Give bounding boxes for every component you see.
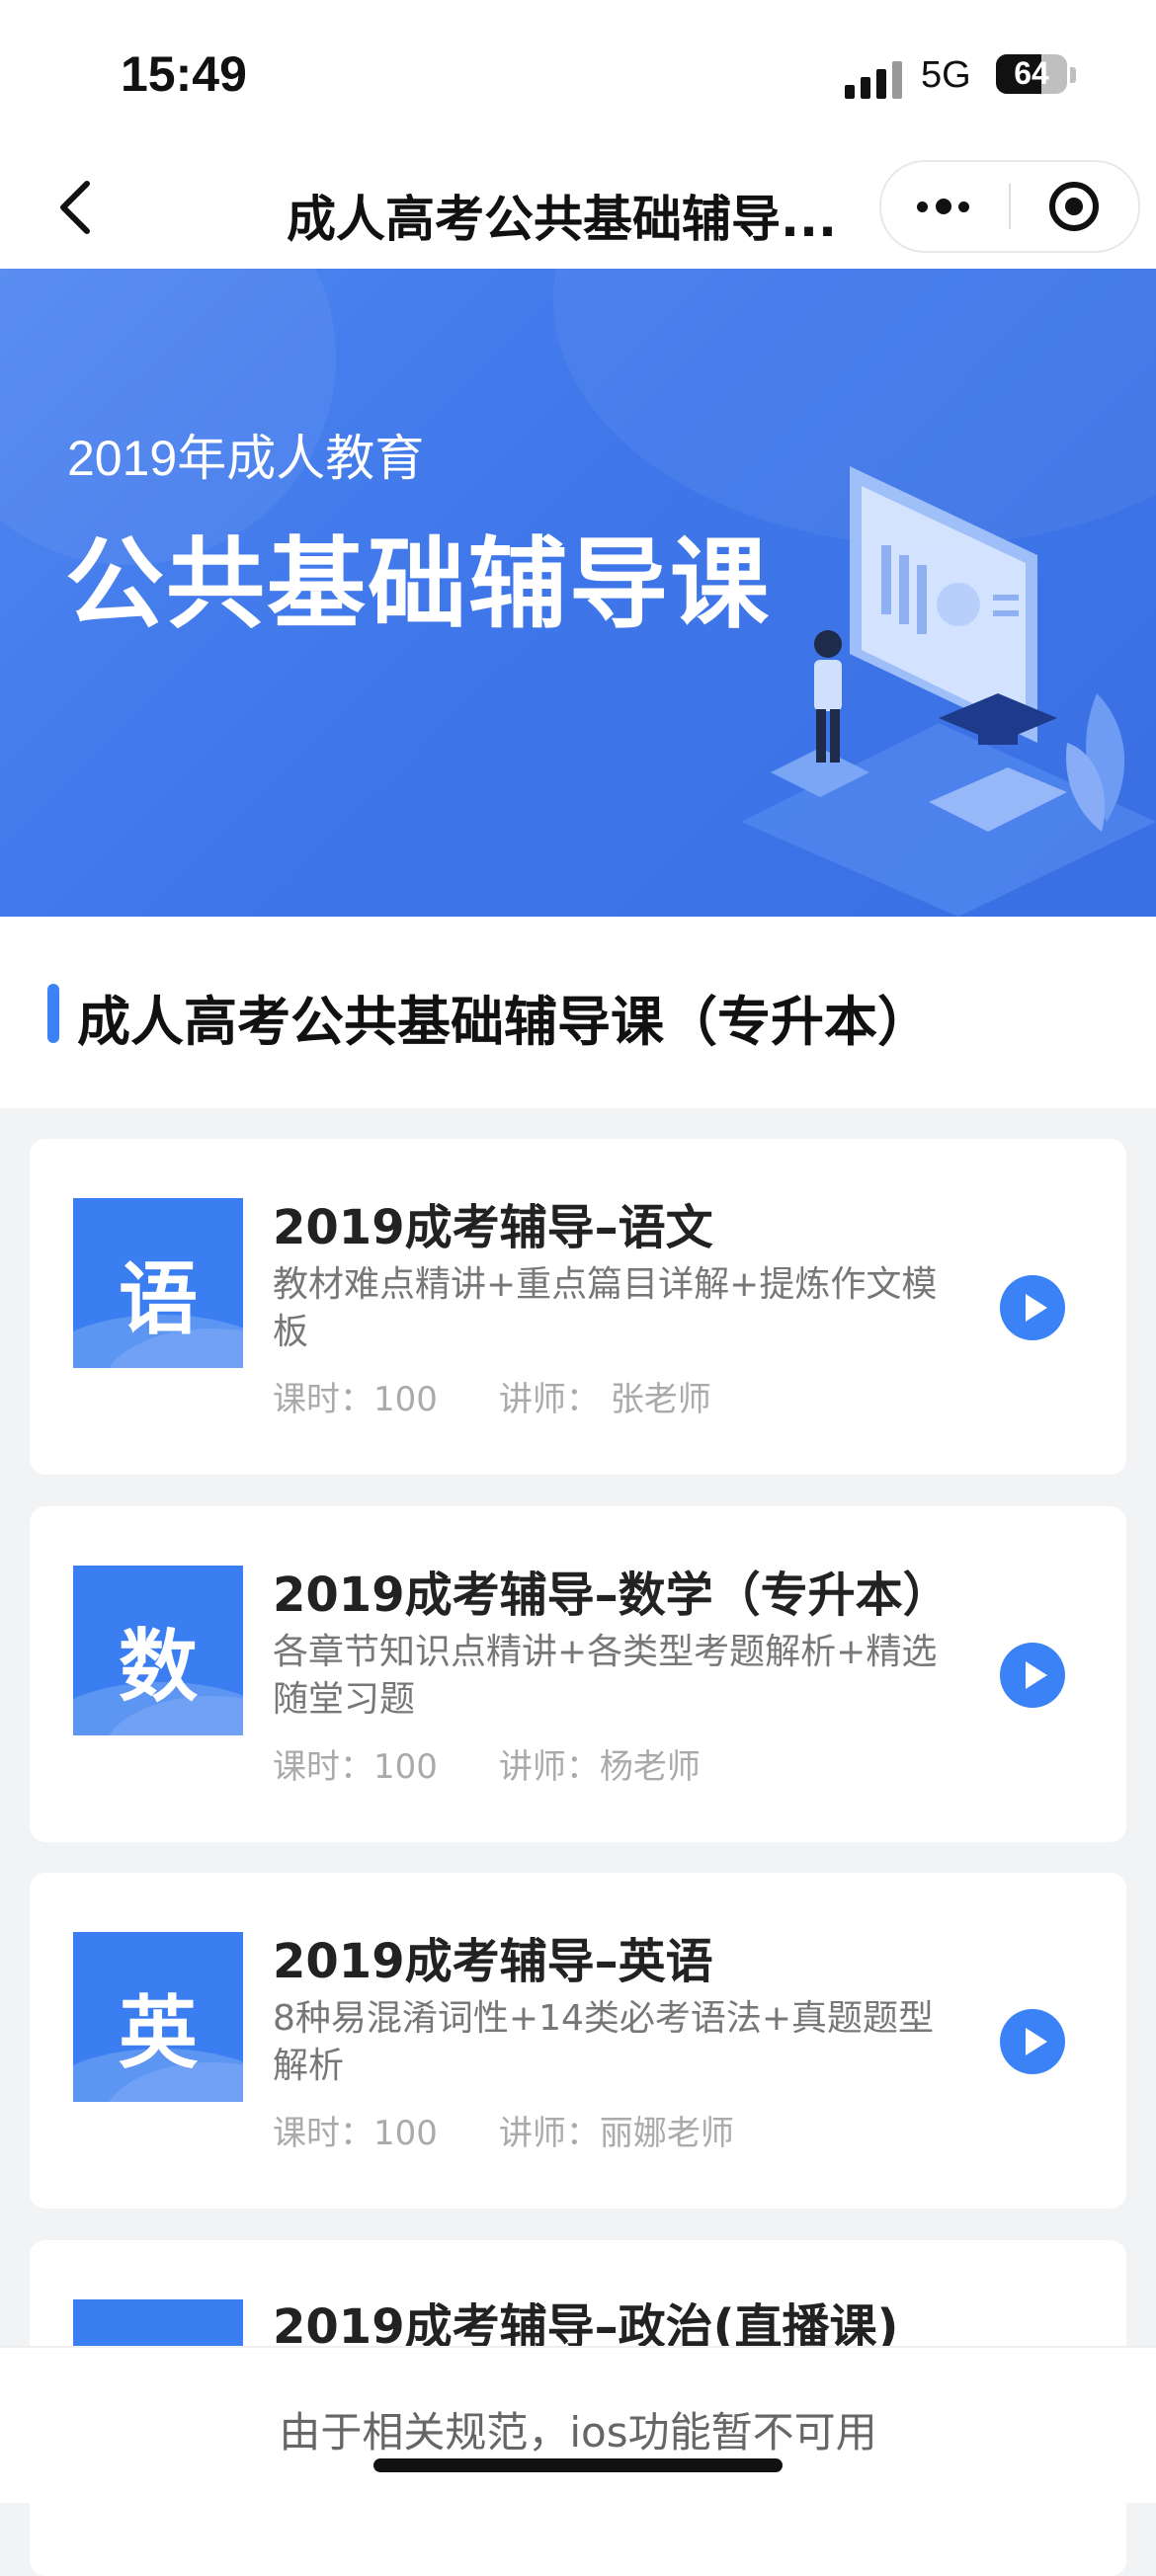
battery-cap	[1070, 67, 1076, 83]
page-title: 成人高考公共基础辅导...	[287, 191, 837, 248]
play-icon[interactable]	[1000, 2009, 1065, 2074]
footer-notice-bar: 由于相关规范，ios功能暂不可用	[0, 2346, 1156, 2503]
course-thumbnail-char: 语	[119, 1252, 198, 1345]
mini-program-capsule	[879, 160, 1140, 253]
course-teacher: 讲师：丽娜老师	[498, 2114, 734, 2153]
battery-percent: 64	[1014, 55, 1049, 91]
status-time: 15:49	[121, 46, 247, 102]
course-teacher: 讲师： 张老师	[498, 1380, 711, 1419]
course-hours: 课时：100	[273, 1747, 438, 1787]
course-banner: 2019年成人教育 公共基础辅导课	[0, 269, 1156, 917]
back-button[interactable]	[40, 168, 119, 247]
more-button[interactable]	[881, 162, 1010, 251]
course-card[interactable]: 英 2019成考辅导–英语 8种易混淆词性+14类必考语法+真题题型解析 课时：…	[30, 1873, 1126, 2209]
course-description: 教材难点精讲+重点篇目详解+提炼作文模板	[273, 1264, 938, 1352]
section-title: 成人高考公共基础辅导课（专升本）	[77, 991, 931, 1053]
section-accent-bar	[47, 984, 59, 1043]
teacher-illustration	[741, 466, 1156, 917]
network-type: 5G	[921, 54, 971, 96]
course-title: 2019成考辅导–语文	[273, 1200, 713, 1255]
course-thumbnail: 英	[73, 1932, 243, 2102]
course-hours: 课时：100	[273, 2114, 438, 2153]
course-thumbnail-char: 英	[119, 1986, 198, 2079]
course-meta: 课时：100 讲师：杨老师	[273, 1739, 701, 1788]
course-thumbnail-char: 数	[119, 1620, 198, 1713]
target-close-dot	[1065, 198, 1083, 215]
play-icon[interactable]	[1000, 1643, 1065, 1708]
course-title: 2019成考辅导–英语	[273, 1934, 713, 1989]
close-button[interactable]	[1010, 162, 1138, 251]
course-meta: 课时：100 讲师：丽娜老师	[273, 2106, 734, 2154]
play-icon[interactable]	[1000, 1275, 1065, 1340]
signal-icon	[845, 59, 906, 99]
course-thumbnail: 语	[73, 1198, 243, 1368]
home-indicator[interactable]	[373, 2458, 783, 2472]
course-title: 2019成考辅导–数学（专升本）	[273, 1568, 950, 1623]
course-hours: 课时：100	[273, 1380, 438, 1419]
course-card[interactable]: 语 2019成考辅导–语文 教材难点精讲+重点篇目详解+提炼作文模板 课时：10…	[30, 1139, 1126, 1475]
course-description: 8种易混淆词性+14类必考语法+真题题型解析	[273, 1998, 935, 2086]
battery-icon: 64	[996, 54, 1067, 94]
course-thumbnail: 数	[73, 1566, 243, 1735]
banner-title: 公共基础辅导课	[65, 526, 771, 642]
banner-subtitle: 2019年成人教育	[67, 431, 425, 486]
course-card[interactable]: 数 2019成考辅导–数学（专升本） 各章节知识点精讲+各类型考题解析+精选随堂…	[30, 1506, 1126, 1842]
chevron-left-icon	[60, 181, 90, 234]
nav-bar: 成人高考公共基础辅导...	[0, 148, 1156, 271]
section-header: 成人高考公共基础辅导课（专升本）	[0, 917, 1156, 1108]
course-description: 各章节知识点精讲+各类型考题解析+精选随堂习题	[273, 1632, 938, 1720]
course-meta: 课时：100 讲师： 张老师	[273, 1372, 711, 1420]
footer-notice: 由于相关规范，ios功能暂不可用	[279, 2408, 877, 2456]
course-teacher: 讲师：杨老师	[498, 1747, 701, 1787]
status-bar: 15:49 5G 64	[0, 0, 1156, 148]
